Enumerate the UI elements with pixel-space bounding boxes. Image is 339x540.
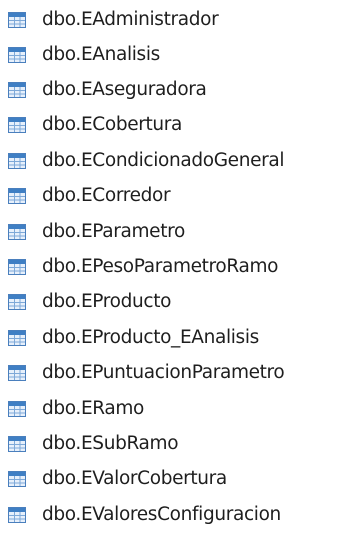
table-name: dbo.ECorredor (42, 185, 171, 206)
tree-item-table[interactable]: dbo.EValorCobertura (8, 461, 227, 496)
tree-item-table[interactable]: dbo.ERamo (8, 391, 144, 426)
table-name: dbo.ECobertura (42, 114, 183, 135)
table-icon (8, 435, 26, 452)
tree-item-table[interactable]: dbo.EAdministrador (8, 2, 219, 37)
tree-item-table[interactable]: dbo.EValoresConfiguracion (8, 497, 281, 532)
tree-item-table[interactable]: dbo.ECobertura (8, 107, 182, 142)
tree-item-table[interactable]: dbo.EAnalisis (8, 37, 160, 72)
table-icon (8, 223, 26, 240)
table-name: dbo.EPuntuacionParametro (42, 362, 285, 383)
table-name: dbo.ERamo (42, 398, 145, 419)
table-name: dbo.EProducto_EAnalisis (42, 327, 259, 348)
table-icon (8, 329, 26, 346)
tree-item-table[interactable]: dbo.EProducto (8, 284, 171, 319)
table-icon (8, 81, 26, 98)
tree-item-table[interactable]: dbo.EParametro (8, 214, 185, 249)
tree-item-table[interactable]: dbo.ECondicionadoGeneral (8, 143, 285, 178)
table-icon (8, 258, 26, 275)
table-icon (8, 187, 26, 204)
table-icon (8, 116, 26, 133)
table-name: dbo.ECondicionadoGeneral (42, 150, 285, 171)
object-explorer-table-list: dbo.EAdministrador dbo.EAnalisis dbo.EAs… (0, 0, 339, 540)
table-name: dbo.EAnalisis (42, 44, 160, 65)
table-icon (8, 293, 26, 310)
table-icon (8, 46, 26, 63)
table-icon (8, 506, 26, 523)
tree-item-table[interactable]: dbo.EPesoParametroRamo (8, 249, 278, 284)
tree-item-table[interactable]: dbo.ECorredor (8, 178, 171, 213)
table-name: dbo.EValoresConfiguracion (42, 504, 281, 525)
tree-item-table[interactable]: dbo.EPuntuacionParametro (8, 355, 285, 390)
table-name: dbo.EProducto (42, 291, 172, 312)
tree-item-table[interactable]: dbo.EAseguradora (8, 72, 207, 107)
table-icon (8, 11, 26, 28)
table-name: dbo.EAseguradora (42, 79, 207, 100)
table-icon (8, 152, 26, 169)
table-name: dbo.EParametro (42, 221, 185, 242)
table-name: dbo.ESubRamo (42, 433, 179, 454)
table-icon (8, 364, 26, 381)
table-icon (8, 470, 26, 487)
tree-item-table[interactable]: dbo.EProducto_EAnalisis (8, 320, 259, 355)
table-icon (8, 400, 26, 417)
table-name: dbo.EAdministrador (42, 9, 219, 30)
tree-item-table[interactable]: dbo.ESubRamo (8, 426, 179, 461)
table-name: dbo.EPesoParametroRamo (42, 256, 279, 277)
table-name: dbo.EValorCobertura (42, 468, 227, 489)
